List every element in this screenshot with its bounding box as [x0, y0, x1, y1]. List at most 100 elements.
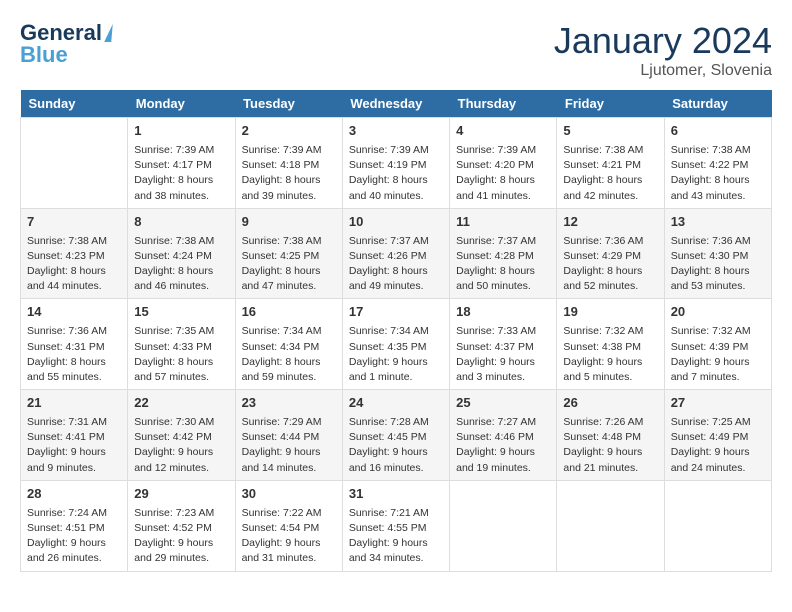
week-row-3: 14Sunrise: 7:36 AMSunset: 4:31 PMDayligh…: [21, 299, 772, 390]
calendar-cell: 1Sunrise: 7:39 AMSunset: 4:17 PMDaylight…: [128, 118, 235, 209]
day-header-thursday: Thursday: [450, 90, 557, 118]
sunset-text: Sunset: 4:48 PM: [563, 431, 641, 443]
day-number: 2: [242, 122, 336, 141]
day-number: 6: [671, 122, 765, 141]
calendar-cell: 29Sunrise: 7:23 AMSunset: 4:52 PMDayligh…: [128, 480, 235, 571]
daylight-text: Daylight: 8 hours and 47 minutes.: [242, 265, 321, 292]
day-number: 7: [27, 213, 121, 232]
calendar-cell: 22Sunrise: 7:30 AMSunset: 4:42 PMDayligh…: [128, 390, 235, 481]
sunset-text: Sunset: 4:45 PM: [349, 431, 427, 443]
day-number: 27: [671, 394, 765, 413]
sunrise-text: Sunrise: 7:37 AM: [349, 235, 429, 247]
calendar-cell: 18Sunrise: 7:33 AMSunset: 4:37 PMDayligh…: [450, 299, 557, 390]
calendar-cell: 25Sunrise: 7:27 AMSunset: 4:46 PMDayligh…: [450, 390, 557, 481]
sunset-text: Sunset: 4:52 PM: [134, 522, 212, 534]
week-row-2: 7Sunrise: 7:38 AMSunset: 4:23 PMDaylight…: [21, 208, 772, 299]
calendar-cell: 7Sunrise: 7:38 AMSunset: 4:23 PMDaylight…: [21, 208, 128, 299]
sunrise-text: Sunrise: 7:39 AM: [242, 144, 322, 156]
day-number: 25: [456, 394, 550, 413]
daylight-text: Daylight: 9 hours and 34 minutes.: [349, 537, 428, 564]
daylight-text: Daylight: 9 hours and 19 minutes.: [456, 446, 535, 473]
day-number: 5: [563, 122, 657, 141]
sunset-text: Sunset: 4:46 PM: [456, 431, 534, 443]
sunrise-text: Sunrise: 7:39 AM: [134, 144, 214, 156]
sunset-text: Sunset: 4:29 PM: [563, 250, 641, 262]
calendar-cell: 16Sunrise: 7:34 AMSunset: 4:34 PMDayligh…: [235, 299, 342, 390]
sunrise-text: Sunrise: 7:34 AM: [242, 325, 322, 337]
calendar-cell: 21Sunrise: 7:31 AMSunset: 4:41 PMDayligh…: [21, 390, 128, 481]
sunset-text: Sunset: 4:21 PM: [563, 159, 641, 171]
calendar-cell: 20Sunrise: 7:32 AMSunset: 4:39 PMDayligh…: [664, 299, 771, 390]
sunrise-text: Sunrise: 7:36 AM: [27, 325, 107, 337]
sunset-text: Sunset: 4:18 PM: [242, 159, 320, 171]
day-number: 19: [563, 303, 657, 322]
sunset-text: Sunset: 4:31 PM: [27, 341, 105, 353]
day-number: 24: [349, 394, 443, 413]
sunset-text: Sunset: 4:17 PM: [134, 159, 212, 171]
calendar-cell: [21, 118, 128, 209]
location: Ljutomer, Slovenia: [554, 62, 772, 80]
calendar-cell: 28Sunrise: 7:24 AMSunset: 4:51 PMDayligh…: [21, 480, 128, 571]
sunrise-text: Sunrise: 7:32 AM: [671, 325, 751, 337]
sunset-text: Sunset: 4:54 PM: [242, 522, 320, 534]
daylight-text: Daylight: 8 hours and 59 minutes.: [242, 356, 321, 383]
daylight-text: Daylight: 9 hours and 14 minutes.: [242, 446, 321, 473]
sunset-text: Sunset: 4:38 PM: [563, 341, 641, 353]
day-number: 9: [242, 213, 336, 232]
calendar-cell: 24Sunrise: 7:28 AMSunset: 4:45 PMDayligh…: [342, 390, 449, 481]
day-number: 11: [456, 213, 550, 232]
day-number: 31: [349, 485, 443, 504]
sunrise-text: Sunrise: 7:34 AM: [349, 325, 429, 337]
sunset-text: Sunset: 4:44 PM: [242, 431, 320, 443]
week-row-1: 1 Sunrise: 7:39 AM Sunset: 4:17 PM Daylight…: [21, 118, 772, 209]
daylight-text: Daylight: 9 hours and 24 minutes.: [671, 446, 750, 473]
sunrise-text: Sunrise: 7:26 AM: [563, 416, 643, 428]
sunrise-text: Sunrise: 7:30 AM: [134, 416, 214, 428]
day-header-tuesday: Tuesday: [235, 90, 342, 118]
day-number: 21: [27, 394, 121, 413]
day-number: 23: [242, 394, 336, 413]
month-title: January 2024: [554, 20, 772, 62]
calendar-cell: [557, 480, 664, 571]
sunset-text: Sunset: 4:28 PM: [456, 250, 534, 262]
sunrise-text: Sunrise: 7:31 AM: [27, 416, 107, 428]
header-row: SundayMondayTuesdayWednesdayThursdayFrid…: [21, 90, 772, 118]
calendar-cell: 30Sunrise: 7:22 AMSunset: 4:54 PMDayligh…: [235, 480, 342, 571]
sunrise-text: Sunrise: 7:36 AM: [671, 235, 751, 247]
calendar-cell: 5Sunrise: 7:38 AMSunset: 4:21 PMDaylight…: [557, 118, 664, 209]
sunset-text: Sunset: 4:49 PM: [671, 431, 749, 443]
day-number: 22: [134, 394, 228, 413]
calendar-table: SundayMondayTuesdayWednesdayThursdayFrid…: [20, 90, 772, 572]
calendar-cell: 17Sunrise: 7:34 AMSunset: 4:35 PMDayligh…: [342, 299, 449, 390]
sunset-text: Sunset: 4:41 PM: [27, 431, 105, 443]
week-row-5: 28Sunrise: 7:24 AMSunset: 4:51 PMDayligh…: [21, 480, 772, 571]
sunrise-text: Sunrise: 7:36 AM: [563, 235, 643, 247]
daylight-text: Daylight: 8 hours and 41 minutes.: [456, 174, 535, 201]
day-header-sunday: Sunday: [21, 90, 128, 118]
daylight-text: Daylight: 9 hours and 29 minutes.: [134, 537, 213, 564]
sunset-text: Sunset: 4:51 PM: [27, 522, 105, 534]
day-number: 15: [134, 303, 228, 322]
daylight-text: Daylight: 9 hours and 21 minutes.: [563, 446, 642, 473]
day-number: 4: [456, 122, 550, 141]
sunrise-text: Sunrise: 7:22 AM: [242, 507, 322, 519]
sunset-text: Sunset: 4:42 PM: [134, 431, 212, 443]
day-number: 13: [671, 213, 765, 232]
day-number: 8: [134, 213, 228, 232]
day-number: 1: [134, 122, 228, 141]
logo-blue: Blue: [20, 42, 68, 68]
calendar-cell: [664, 480, 771, 571]
sunrise-text: Sunrise: 7:38 AM: [134, 235, 214, 247]
day-header-friday: Friday: [557, 90, 664, 118]
sunrise-text: Sunrise: 7:37 AM: [456, 235, 536, 247]
sunset-text: Sunset: 4:26 PM: [349, 250, 427, 262]
daylight-text: Daylight: 8 hours and 50 minutes.: [456, 265, 535, 292]
sunrise-text: Sunrise: 7:32 AM: [563, 325, 643, 337]
day-number: 30: [242, 485, 336, 504]
daylight-text: Daylight: 9 hours and 7 minutes.: [671, 356, 750, 383]
daylight-text: Daylight: 9 hours and 3 minutes.: [456, 356, 535, 383]
day-header-saturday: Saturday: [664, 90, 771, 118]
day-header-monday: Monday: [128, 90, 235, 118]
sunrise-text: Sunrise: 7:25 AM: [671, 416, 751, 428]
sunset-text: Sunset: 4:37 PM: [456, 341, 534, 353]
